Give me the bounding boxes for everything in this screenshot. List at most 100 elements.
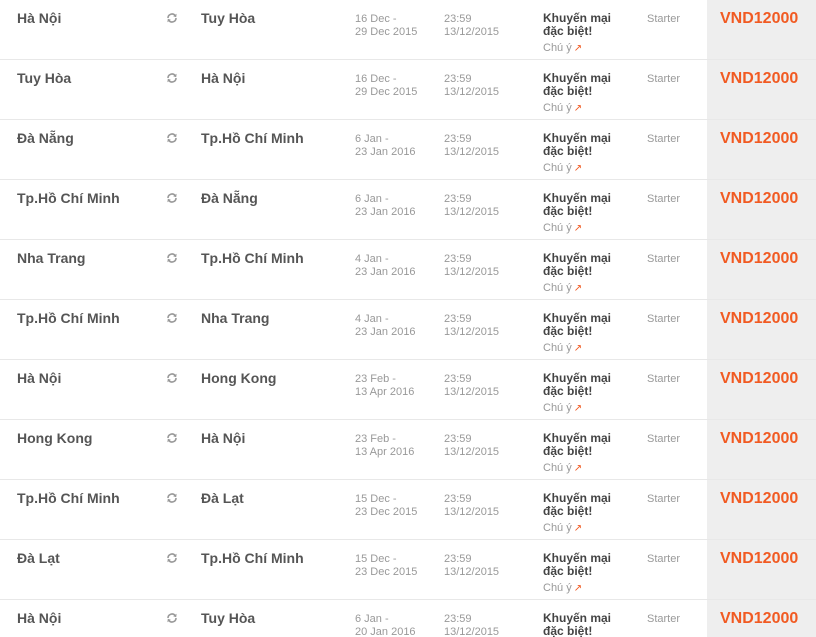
price-link[interactable]: VND12000 [720, 70, 798, 88]
note-link[interactable]: Chú ý ↗ [543, 222, 582, 235]
price-link[interactable]: VND12000 [720, 250, 798, 268]
promo-title-line2: đặc biệt! [543, 624, 593, 637]
destination-city[interactable]: Tuy Hòa [201, 610, 255, 626]
return-trip-icon[interactable] [165, 551, 179, 565]
travel-period: 4 Jan - 23 Jan 2016 [355, 253, 416, 279]
booking-deadline: 23:59 13/12/2015 [444, 433, 499, 459]
deadline-date: 13/12/2015 [444, 446, 500, 458]
note-link[interactable]: Chú ý ↗ [543, 462, 582, 475]
price-column-cell: VND12000 [707, 420, 816, 479]
note-link[interactable]: Chú ý ↗ [543, 162, 582, 175]
destination-city[interactable]: Hà Nội [201, 430, 245, 446]
origin-city[interactable]: Tp.Hồ Chí Minh [17, 490, 120, 506]
return-trip-icon[interactable] [165, 371, 179, 385]
external-arrow-icon: ↗ [573, 283, 583, 294]
deadline-date: 13/12/2015 [444, 266, 500, 278]
note-link[interactable]: Chú ý ↗ [543, 282, 582, 295]
note-link[interactable]: Chú ý ↗ [543, 102, 582, 115]
travel-start: 6 Jan - [355, 193, 389, 205]
destination-city[interactable]: Đà Lạt [201, 490, 244, 506]
note-link[interactable]: Chú ý ↗ [543, 582, 582, 595]
travel-period: 6 Jan - 23 Jan 2016 [355, 133, 416, 159]
promo-title-line2: đặc biệt! [543, 564, 593, 578]
deadline-date: 13/12/2015 [444, 506, 500, 518]
origin-city[interactable]: Tp.Hồ Chí Minh [17, 310, 120, 326]
return-trip-icon[interactable] [165, 11, 179, 25]
travel-end: 23 Jan 2016 [355, 206, 416, 218]
fare-row: Tp.Hồ Chí Minh Đà Lạt 15 Dec - 23 Dec 20… [0, 480, 816, 540]
note-link[interactable]: Chú ý ↗ [543, 342, 582, 355]
destination-city[interactable]: Tp.Hồ Chí Minh [201, 130, 304, 146]
note-label: Chú ý [543, 582, 572, 594]
origin-city[interactable]: Hà Nội [17, 610, 61, 626]
note-link[interactable]: Chú ý ↗ [543, 42, 582, 55]
fare-class: Starter [647, 313, 681, 325]
note-link[interactable]: Chú ý ↗ [543, 402, 582, 415]
travel-end: 20 Jan 2016 [355, 626, 416, 637]
price-link[interactable]: VND12000 [720, 490, 798, 508]
origin-city[interactable]: Hong Kong [17, 430, 92, 446]
price-link[interactable]: VND12000 [720, 610, 798, 628]
price-link[interactable]: VND12000 [720, 130, 798, 148]
destination-city[interactable]: Tp.Hồ Chí Minh [201, 250, 304, 266]
travel-period: 6 Jan - 23 Jan 2016 [355, 193, 416, 219]
price-link[interactable]: VND12000 [720, 10, 798, 28]
fare-row: Tp.Hồ Chí Minh Nha Trang 4 Jan - 23 Jan … [0, 300, 816, 360]
deadline-time: 23:59 [444, 433, 472, 445]
return-trip-icon[interactable] [165, 251, 179, 265]
deadline-time: 23:59 [444, 13, 472, 25]
destination-city[interactable]: Hong Kong [201, 370, 276, 386]
origin-city[interactable]: Tp.Hồ Chí Minh [17, 190, 120, 206]
price-link[interactable]: VND12000 [720, 190, 798, 208]
return-trip-icon[interactable] [165, 491, 179, 505]
destination-city[interactable]: Tuy Hòa [201, 10, 255, 26]
origin-city[interactable]: Tuy Hòa [17, 70, 71, 86]
destination-city[interactable]: Đà Nẵng [201, 190, 258, 206]
promo-title-line2: đặc biệt! [543, 324, 593, 338]
promo-block: Khuyến mại đặc biệt! Chú ý ↗ [543, 12, 633, 56]
travel-start: 16 Dec - [355, 73, 397, 85]
booking-deadline: 23:59 13/12/2015 [444, 193, 499, 219]
price-link[interactable]: VND12000 [720, 310, 798, 328]
return-trip-icon[interactable] [165, 611, 179, 625]
deadline-date: 13/12/2015 [444, 386, 500, 398]
note-label: Chú ý [543, 102, 572, 114]
external-arrow-icon: ↗ [573, 163, 583, 174]
booking-deadline: 23:59 13/12/2015 [444, 613, 499, 637]
price-link[interactable]: VND12000 [720, 550, 798, 568]
return-trip-icon[interactable] [165, 191, 179, 205]
fare-row: Đà Lạt Tp.Hồ Chí Minh 15 Dec - 23 Dec 20… [0, 540, 816, 600]
deadline-time: 23:59 [444, 253, 472, 265]
origin-city[interactable]: Nha Trang [17, 250, 85, 266]
fare-class: Starter [647, 73, 681, 85]
fare-class: Starter [647, 373, 681, 385]
destination-city[interactable]: Tp.Hồ Chí Minh [201, 550, 304, 566]
fare-class: Starter [647, 613, 681, 625]
return-trip-icon[interactable] [165, 431, 179, 445]
note-label: Chú ý [543, 522, 572, 534]
deadline-time: 23:59 [444, 193, 472, 205]
destination-city[interactable]: Hà Nội [201, 70, 245, 86]
origin-city[interactable]: Hà Nội [17, 10, 61, 26]
external-arrow-icon: ↗ [573, 583, 583, 594]
return-trip-icon[interactable] [165, 311, 179, 325]
note-link[interactable]: Chú ý ↗ [543, 522, 582, 535]
origin-city[interactable]: Đà Nẵng [17, 130, 74, 146]
deadline-time: 23:59 [444, 493, 472, 505]
booking-deadline: 23:59 13/12/2015 [444, 13, 499, 39]
price-column-cell: VND12000 [707, 180, 816, 239]
fare-row: Hà Nội Tuy Hòa 16 Dec - 29 Dec 2015 23:5… [0, 0, 816, 60]
fare-class: Starter [647, 133, 681, 145]
return-trip-icon[interactable] [165, 71, 179, 85]
price-link[interactable]: VND12000 [720, 370, 798, 388]
promo-block: Khuyến mại đặc biệt! Chú ý ↗ [543, 192, 633, 236]
promo-block: Khuyến mại đặc biệt! Chú ý ↗ [543, 132, 633, 176]
deadline-date: 13/12/2015 [444, 326, 500, 338]
note-label: Chú ý [543, 222, 572, 234]
origin-city[interactable]: Hà Nội [17, 370, 61, 386]
destination-city[interactable]: Nha Trang [201, 310, 269, 326]
return-trip-icon[interactable] [165, 131, 179, 145]
origin-city[interactable]: Đà Lạt [17, 550, 60, 566]
price-link[interactable]: VND12000 [720, 430, 798, 448]
promo-block: Khuyến mại đặc biệt! Chú ý ↗ [543, 252, 633, 296]
